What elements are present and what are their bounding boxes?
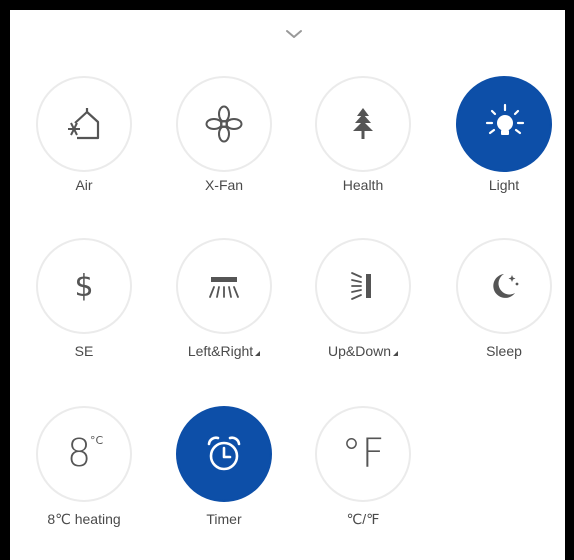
light-label: Light [488,177,520,193]
left-right-label: Left&Right [159,342,289,360]
left-right-button[interactable] [176,238,272,334]
alarm-clock-icon [207,436,241,471]
dollar-icon: $ [74,268,94,304]
house-air-icon [68,108,100,140]
light-button[interactable] [456,76,552,172]
submenu-triangle-icon [255,351,261,356]
x-fan-button[interactable] [176,76,272,172]
air-button[interactable] [36,76,132,172]
eight-degree-heating-button[interactable]: 8 °C [36,406,132,502]
moon-icon [493,274,519,298]
se-label: SE [74,343,94,359]
x-fan-label: X-Fan [204,177,244,193]
tree-icon [353,108,373,139]
timer-button[interactable] [176,406,272,502]
unit-toggle-button[interactable]: °F [315,406,411,502]
health-label: Health [342,177,384,193]
submenu-triangle-icon [393,351,399,356]
health-button[interactable] [315,76,411,172]
unit-toggle-label: ℃/℉ [346,511,380,527]
fan-icon [205,105,243,143]
timer-label: Timer [206,511,242,527]
fahrenheit-icon: °F [341,431,385,477]
up-down-label: Up&Down [298,342,428,360]
sleep-button[interactable] [456,238,552,334]
eight-degree-heating-label: 8℃ heating [47,511,121,527]
sleep-label: Sleep [486,343,522,359]
eight-degree-icon: 8 °C [67,431,104,475]
up-down-swing-icon [351,272,371,300]
left-right-swing-icon [209,277,239,298]
bulb-icon [485,103,525,135]
se-button[interactable]: $ [36,238,132,334]
up-down-button[interactable] [315,238,411,334]
air-label: Air [75,177,93,193]
chevron-down-icon[interactable] [281,27,307,43]
